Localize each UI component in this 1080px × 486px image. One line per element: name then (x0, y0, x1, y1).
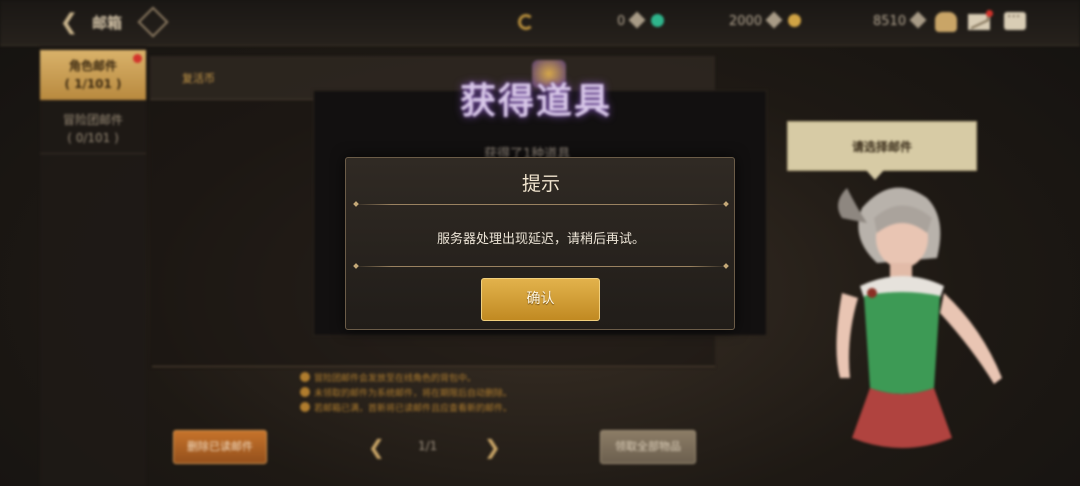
currency-display-3: 8510 (873, 11, 928, 32)
confirm-button[interactable]: 确认 (481, 278, 600, 321)
mail-title: 复活币 (182, 72, 215, 85)
dialog-title: 提示 (521, 173, 560, 195)
dialog-divider-bottom (354, 266, 728, 267)
notification-dot (986, 10, 993, 17)
top-bar: ❮ 邮箱 0 2000 8510 (0, 0, 1080, 46)
add-currency-icon[interactable] (909, 11, 927, 29)
tab-character-mail[interactable]: 角色邮件 ( 1/101 ) (40, 50, 146, 100)
page-title: 邮箱 (92, 14, 123, 32)
add-currency-icon[interactable] (628, 11, 646, 29)
notification-dot (133, 54, 142, 63)
info-icon (300, 372, 310, 382)
divider (152, 366, 715, 367)
prev-page-icon[interactable]: ❮ (368, 436, 385, 458)
alert-dialog: 提示 服务器处理出现延迟，请稍后再试。 确认 (345, 157, 735, 330)
help-icon[interactable] (137, 6, 169, 38)
back-arrow-icon[interactable]: ❮ (54, 8, 84, 38)
info-icon (300, 402, 310, 412)
tab-count: ( 1/101 ) (64, 77, 122, 91)
tab-label: 冒险团邮件 (62, 113, 123, 127)
add-currency-icon[interactable] (765, 11, 783, 29)
page-indicator: 1/1 (418, 439, 438, 453)
collect-all-button[interactable]: 领取全部物品 (600, 430, 696, 464)
note-line: 未领取的邮件为系统邮件，将在期限后自动删除。 (300, 387, 512, 402)
green-gem-icon (651, 14, 665, 27)
note-line: 若邮箱已满，首新将已读邮件且应查看新的邮件。 (300, 402, 512, 417)
chat-icon[interactable] (1004, 9, 1026, 30)
mail-notes: 冒险团邮件会发放至在线角色的背包中。 未领取的邮件为系统邮件，将在期限后自动删除… (300, 372, 512, 417)
note-line: 冒险团邮件会发放至在线角色的背包中。 (300, 372, 512, 387)
next-page-icon[interactable]: ❯ (484, 436, 501, 458)
dialog-message: 服务器处理出现延迟，请稍后再试。 (436, 232, 645, 247)
bag-icon[interactable] (935, 12, 957, 32)
currency-coin-icon (518, 14, 534, 30)
currency-amount: 8510 (873, 14, 907, 29)
tab-label: 角色邮件 (68, 59, 117, 73)
currency-display-2: 2000 (729, 11, 802, 32)
delete-read-mail-button[interactable]: 删除已读邮件 (173, 430, 267, 464)
currency-amount: 2000 (729, 14, 763, 29)
tab-count: ( 0/101 ) (67, 131, 119, 145)
reward-title: 获得道具 (460, 81, 613, 122)
npc-character (836, 187, 1002, 448)
tab-adventure-team-mail[interactable]: 冒险团邮件 ( 0/101 ) (40, 104, 146, 154)
info-icon (300, 387, 310, 397)
gold-coin-icon (788, 14, 802, 27)
dialog-divider-top (354, 204, 728, 205)
currency-amount: 0 (617, 14, 626, 29)
npc-speech-bubble: 请选择邮件 (787, 121, 977, 180)
mail-tab-panel: 角色邮件 ( 1/101 ) 冒险团邮件 ( 0/101 ) (40, 46, 146, 486)
currency-display-1: 0 (617, 11, 665, 32)
